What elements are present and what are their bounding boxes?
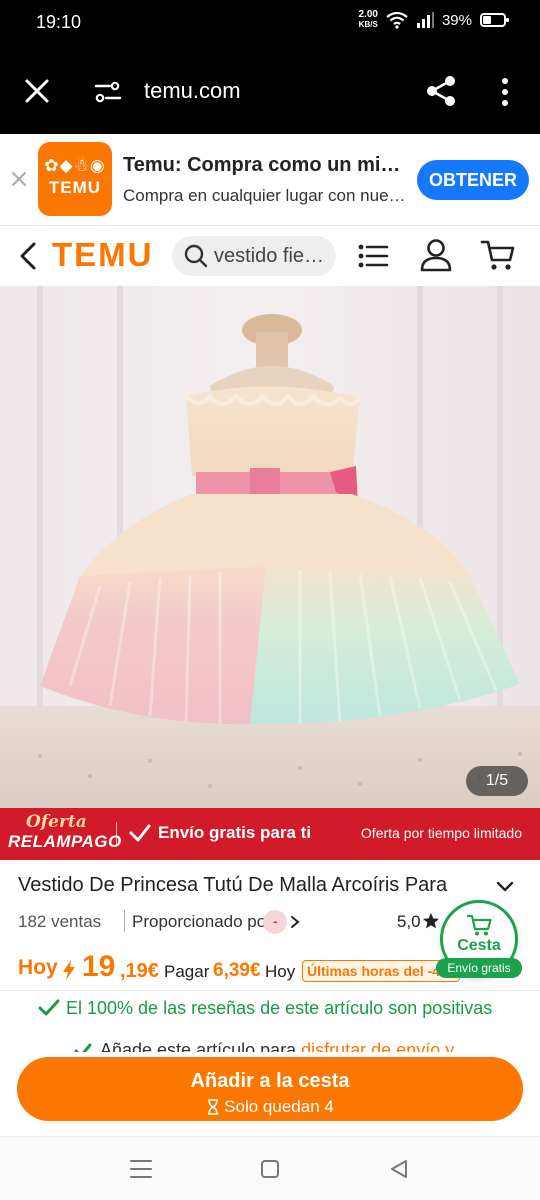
temu-app-logo: ✿◆☃◉ TEMU xyxy=(38,142,112,216)
sales-count: 182 ventas xyxy=(18,912,102,931)
hourglass-icon xyxy=(208,1099,219,1115)
flash-sale-banner[interactable]: Oferta RELAMPAGO Envío gratis para ti Of… xyxy=(0,808,540,860)
home-icon[interactable] xyxy=(260,1159,280,1179)
limited-offer-text: Oferta por tiempo limitado xyxy=(360,825,522,841)
product-title-row[interactable]: Vestido De Princesa Tutú De Malla Arcoír… xyxy=(18,874,522,904)
system-nav-bar xyxy=(0,1136,540,1200)
pay-label: Pagar xyxy=(164,962,210,981)
app-install-banner: ✿◆☃◉ TEMU Temu: Compra como un mi… Compr… xyxy=(0,134,540,226)
provided-by-text[interactable]: Proporcionado por xyxy=(132,912,272,932)
product-image-gallery[interactable]: 1/5 xyxy=(0,286,540,808)
flash-logo-line1: Oferta xyxy=(26,812,87,832)
signal-icon xyxy=(416,12,434,28)
lightning-icon xyxy=(63,960,75,980)
floating-cart-label: Cesta xyxy=(457,937,501,954)
stock-row: Solo quedan 4 xyxy=(17,1097,523,1117)
check-icon xyxy=(38,999,60,1016)
list-icon[interactable] xyxy=(357,242,389,270)
positive-reviews-text: El 100% de las reseñas de este artículo … xyxy=(66,998,493,1018)
search-icon xyxy=(184,244,208,268)
browser-toolbar: temu.com xyxy=(0,50,540,134)
chevron-down-icon[interactable] xyxy=(496,880,514,894)
logo-word: TEMU xyxy=(48,178,102,197)
logo-glyphs: ✿◆☃◉ xyxy=(44,156,106,175)
cta-area: Añadir a la cesta Solo quedan 4 xyxy=(0,1052,540,1138)
battery-percent: 39% xyxy=(441,11,472,29)
pay-today-label: Hoy xyxy=(265,962,296,981)
cart-icon[interactable] xyxy=(480,238,516,272)
image-counter: 1/5 xyxy=(466,766,528,796)
banner-title: Temu: Compra como un mi… xyxy=(123,154,401,176)
temu-logo[interactable]: TEMU xyxy=(52,236,154,274)
product-title: Vestido De Princesa Tutú De Malla Arcoír… xyxy=(18,874,448,896)
recent-apps-icon[interactable] xyxy=(130,1159,152,1179)
seller-logo[interactable]: ☁ xyxy=(263,910,287,934)
stock-text: Solo quedan 4 xyxy=(224,1097,334,1116)
close-icon[interactable] xyxy=(22,76,52,106)
section-divider xyxy=(0,990,540,991)
banner-close-icon[interactable] xyxy=(10,170,28,188)
status-time: 19:10 xyxy=(36,12,82,32)
battery-icon xyxy=(480,13,509,27)
cart-icon xyxy=(467,914,492,936)
pay-amount: 6,39€ xyxy=(213,960,261,981)
search-input[interactable] xyxy=(214,244,334,268)
network-speed: 2.00 KB/S xyxy=(359,10,378,30)
back-nav-icon[interactable] xyxy=(388,1158,410,1180)
banner-subtitle: Compra en cualquier lugar con nue… xyxy=(123,186,406,205)
search-bar[interactable] xyxy=(172,236,336,276)
positive-reviews-row: El 100% de las reseñas de este artículo … xyxy=(38,996,528,1022)
more-vertical-icon[interactable] xyxy=(496,76,514,108)
site-header: TEMU xyxy=(0,226,540,286)
network-speed-unit: KB/S xyxy=(358,20,378,29)
rating-value[interactable]: 5,0 xyxy=(397,912,421,932)
price-integer: 19 xyxy=(82,950,116,983)
flash-divider xyxy=(116,822,117,846)
url-text[interactable]: temu.com xyxy=(144,78,241,104)
star-icon xyxy=(423,913,439,929)
add-to-cart-label: Añadir a la cesta xyxy=(190,1070,350,1092)
product-dress-image xyxy=(0,286,540,808)
flash-logo-line2: RELAMPAGO xyxy=(8,832,122,851)
check-icon xyxy=(129,824,151,842)
flash-sale-logo: Oferta RELAMPAGO xyxy=(8,812,122,852)
add-to-cart-button[interactable]: Añadir a la cesta Solo quedan 4 xyxy=(17,1057,523,1121)
chevron-right-icon[interactable] xyxy=(290,915,300,929)
floating-free-shipping-badge: Envío gratis xyxy=(436,958,522,978)
back-icon[interactable] xyxy=(16,240,42,272)
site-settings-icon[interactable] xyxy=(94,78,122,106)
wifi-icon xyxy=(386,11,408,29)
status-icons: 2.00 KB/S 39% xyxy=(359,10,509,30)
price-decimal: ,19€ xyxy=(120,960,159,982)
share-icon[interactable] xyxy=(424,74,458,108)
meta-separator xyxy=(124,910,125,932)
user-icon[interactable] xyxy=(420,238,452,272)
today-label: Hoy xyxy=(18,956,58,979)
status-bar: 19:10 2.00 KB/S 39% xyxy=(0,0,540,50)
get-app-button[interactable]: OBTENER xyxy=(417,160,529,200)
free-shipping-text: Envío gratis para ti xyxy=(158,823,312,842)
network-speed-value: 2.00 xyxy=(358,9,378,20)
